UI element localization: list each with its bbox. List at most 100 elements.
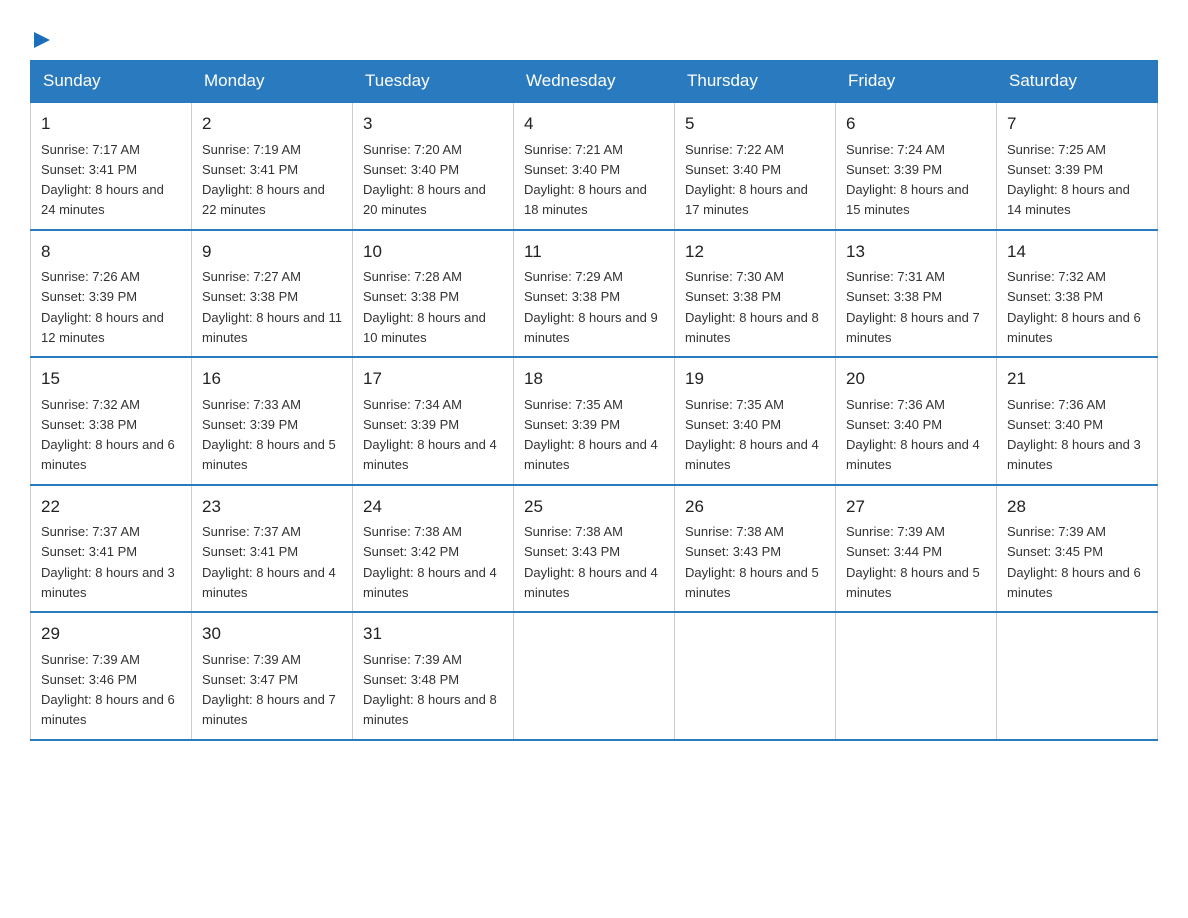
calendar-cell: 19 Sunrise: 7:35 AM Sunset: 3:40 PM Dayl… — [675, 357, 836, 485]
cell-daylight: Daylight: 8 hours and 5 minutes — [846, 565, 980, 600]
calendar-cell: 29 Sunrise: 7:39 AM Sunset: 3:46 PM Dayl… — [31, 612, 192, 740]
day-number: 4 — [524, 111, 664, 137]
calendar-cell: 18 Sunrise: 7:35 AM Sunset: 3:39 PM Dayl… — [514, 357, 675, 485]
cell-sunrise: Sunrise: 7:32 AM — [1007, 269, 1106, 284]
cell-sunset: Sunset: 3:38 PM — [1007, 289, 1103, 304]
cell-sunset: Sunset: 3:43 PM — [524, 544, 620, 559]
day-header-sunday: Sunday — [31, 61, 192, 103]
cell-sunset: Sunset: 3:39 PM — [1007, 162, 1103, 177]
calendar-cell: 3 Sunrise: 7:20 AM Sunset: 3:40 PM Dayli… — [353, 102, 514, 230]
day-number: 25 — [524, 494, 664, 520]
day-number: 17 — [363, 366, 503, 392]
calendar-cell: 6 Sunrise: 7:24 AM Sunset: 3:39 PM Dayli… — [836, 102, 997, 230]
cell-sunset: Sunset: 3:41 PM — [202, 162, 298, 177]
day-number: 3 — [363, 111, 503, 137]
cell-sunrise: Sunrise: 7:38 AM — [524, 524, 623, 539]
calendar-cell: 16 Sunrise: 7:33 AM Sunset: 3:39 PM Dayl… — [192, 357, 353, 485]
cell-daylight: Daylight: 8 hours and 24 minutes — [41, 182, 164, 217]
cell-daylight: Daylight: 8 hours and 14 minutes — [1007, 182, 1130, 217]
cell-sunrise: Sunrise: 7:38 AM — [363, 524, 462, 539]
cell-sunrise: Sunrise: 7:37 AM — [202, 524, 301, 539]
week-row-1: 1 Sunrise: 7:17 AM Sunset: 3:41 PM Dayli… — [31, 102, 1158, 230]
cell-sunrise: Sunrise: 7:36 AM — [846, 397, 945, 412]
cell-sunset: Sunset: 3:40 PM — [685, 417, 781, 432]
header-row: SundayMondayTuesdayWednesdayThursdayFrid… — [31, 61, 1158, 103]
cell-daylight: Daylight: 8 hours and 9 minutes — [524, 310, 658, 345]
cell-sunset: Sunset: 3:38 PM — [846, 289, 942, 304]
cell-sunrise: Sunrise: 7:19 AM — [202, 142, 301, 157]
cell-daylight: Daylight: 8 hours and 6 minutes — [1007, 310, 1141, 345]
day-number: 5 — [685, 111, 825, 137]
logo-row — [30, 30, 52, 50]
calendar-cell: 4 Sunrise: 7:21 AM Sunset: 3:40 PM Dayli… — [514, 102, 675, 230]
calendar-cell: 24 Sunrise: 7:38 AM Sunset: 3:42 PM Dayl… — [353, 485, 514, 613]
cell-daylight: Daylight: 8 hours and 4 minutes — [363, 437, 497, 472]
day-number: 26 — [685, 494, 825, 520]
cell-sunrise: Sunrise: 7:37 AM — [41, 524, 140, 539]
cell-daylight: Daylight: 8 hours and 20 minutes — [363, 182, 486, 217]
cell-sunset: Sunset: 3:40 PM — [1007, 417, 1103, 432]
cell-sunset: Sunset: 3:41 PM — [41, 162, 137, 177]
day-number: 7 — [1007, 111, 1147, 137]
cell-sunrise: Sunrise: 7:39 AM — [202, 652, 301, 667]
cell-daylight: Daylight: 8 hours and 7 minutes — [202, 692, 336, 727]
day-number: 10 — [363, 239, 503, 265]
calendar-cell: 28 Sunrise: 7:39 AM Sunset: 3:45 PM Dayl… — [997, 485, 1158, 613]
cell-sunrise: Sunrise: 7:35 AM — [685, 397, 784, 412]
cell-sunset: Sunset: 3:42 PM — [363, 544, 459, 559]
calendar-table: SundayMondayTuesdayWednesdayThursdayFrid… — [30, 60, 1158, 741]
cell-daylight: Daylight: 8 hours and 4 minutes — [524, 565, 658, 600]
cell-daylight: Daylight: 8 hours and 12 minutes — [41, 310, 164, 345]
page-header — [30, 20, 1158, 50]
calendar-cell: 9 Sunrise: 7:27 AM Sunset: 3:38 PM Dayli… — [192, 230, 353, 358]
cell-sunset: Sunset: 3:39 PM — [846, 162, 942, 177]
cell-sunrise: Sunrise: 7:27 AM — [202, 269, 301, 284]
day-header-wednesday: Wednesday — [514, 61, 675, 103]
cell-sunset: Sunset: 3:43 PM — [685, 544, 781, 559]
day-number: 2 — [202, 111, 342, 137]
calendar-cell: 21 Sunrise: 7:36 AM Sunset: 3:40 PM Dayl… — [997, 357, 1158, 485]
cell-sunrise: Sunrise: 7:32 AM — [41, 397, 140, 412]
cell-sunrise: Sunrise: 7:17 AM — [41, 142, 140, 157]
week-row-4: 22 Sunrise: 7:37 AM Sunset: 3:41 PM Dayl… — [31, 485, 1158, 613]
day-number: 28 — [1007, 494, 1147, 520]
cell-sunset: Sunset: 3:48 PM — [363, 672, 459, 687]
cell-daylight: Daylight: 8 hours and 6 minutes — [1007, 565, 1141, 600]
calendar-cell — [675, 612, 836, 740]
day-number: 31 — [363, 621, 503, 647]
cell-daylight: Daylight: 8 hours and 4 minutes — [202, 565, 336, 600]
cell-daylight: Daylight: 8 hours and 17 minutes — [685, 182, 808, 217]
cell-daylight: Daylight: 8 hours and 22 minutes — [202, 182, 325, 217]
day-number: 27 — [846, 494, 986, 520]
cell-daylight: Daylight: 8 hours and 10 minutes — [363, 310, 486, 345]
calendar-cell: 26 Sunrise: 7:38 AM Sunset: 3:43 PM Dayl… — [675, 485, 836, 613]
cell-sunset: Sunset: 3:45 PM — [1007, 544, 1103, 559]
cell-sunset: Sunset: 3:38 PM — [202, 289, 298, 304]
cell-daylight: Daylight: 8 hours and 4 minutes — [363, 565, 497, 600]
calendar-cell: 13 Sunrise: 7:31 AM Sunset: 3:38 PM Dayl… — [836, 230, 997, 358]
day-number: 30 — [202, 621, 342, 647]
cell-sunset: Sunset: 3:38 PM — [363, 289, 459, 304]
day-number: 15 — [41, 366, 181, 392]
day-number: 24 — [363, 494, 503, 520]
calendar-cell: 12 Sunrise: 7:30 AM Sunset: 3:38 PM Dayl… — [675, 230, 836, 358]
cell-daylight: Daylight: 8 hours and 6 minutes — [41, 692, 175, 727]
day-number: 6 — [846, 111, 986, 137]
cell-sunset: Sunset: 3:40 PM — [363, 162, 459, 177]
day-number: 18 — [524, 366, 664, 392]
cell-daylight: Daylight: 8 hours and 8 minutes — [685, 310, 819, 345]
cell-sunrise: Sunrise: 7:26 AM — [41, 269, 140, 284]
cell-sunrise: Sunrise: 7:30 AM — [685, 269, 784, 284]
day-number: 13 — [846, 239, 986, 265]
calendar-cell: 30 Sunrise: 7:39 AM Sunset: 3:47 PM Dayl… — [192, 612, 353, 740]
cell-sunset: Sunset: 3:41 PM — [41, 544, 137, 559]
cell-sunset: Sunset: 3:40 PM — [524, 162, 620, 177]
cell-daylight: Daylight: 8 hours and 6 minutes — [41, 437, 175, 472]
calendar-cell: 25 Sunrise: 7:38 AM Sunset: 3:43 PM Dayl… — [514, 485, 675, 613]
calendar-cell: 8 Sunrise: 7:26 AM Sunset: 3:39 PM Dayli… — [31, 230, 192, 358]
cell-sunrise: Sunrise: 7:39 AM — [1007, 524, 1106, 539]
calendar-cell: 31 Sunrise: 7:39 AM Sunset: 3:48 PM Dayl… — [353, 612, 514, 740]
week-row-2: 8 Sunrise: 7:26 AM Sunset: 3:39 PM Dayli… — [31, 230, 1158, 358]
calendar-cell: 10 Sunrise: 7:28 AM Sunset: 3:38 PM Dayl… — [353, 230, 514, 358]
calendar-cell — [836, 612, 997, 740]
